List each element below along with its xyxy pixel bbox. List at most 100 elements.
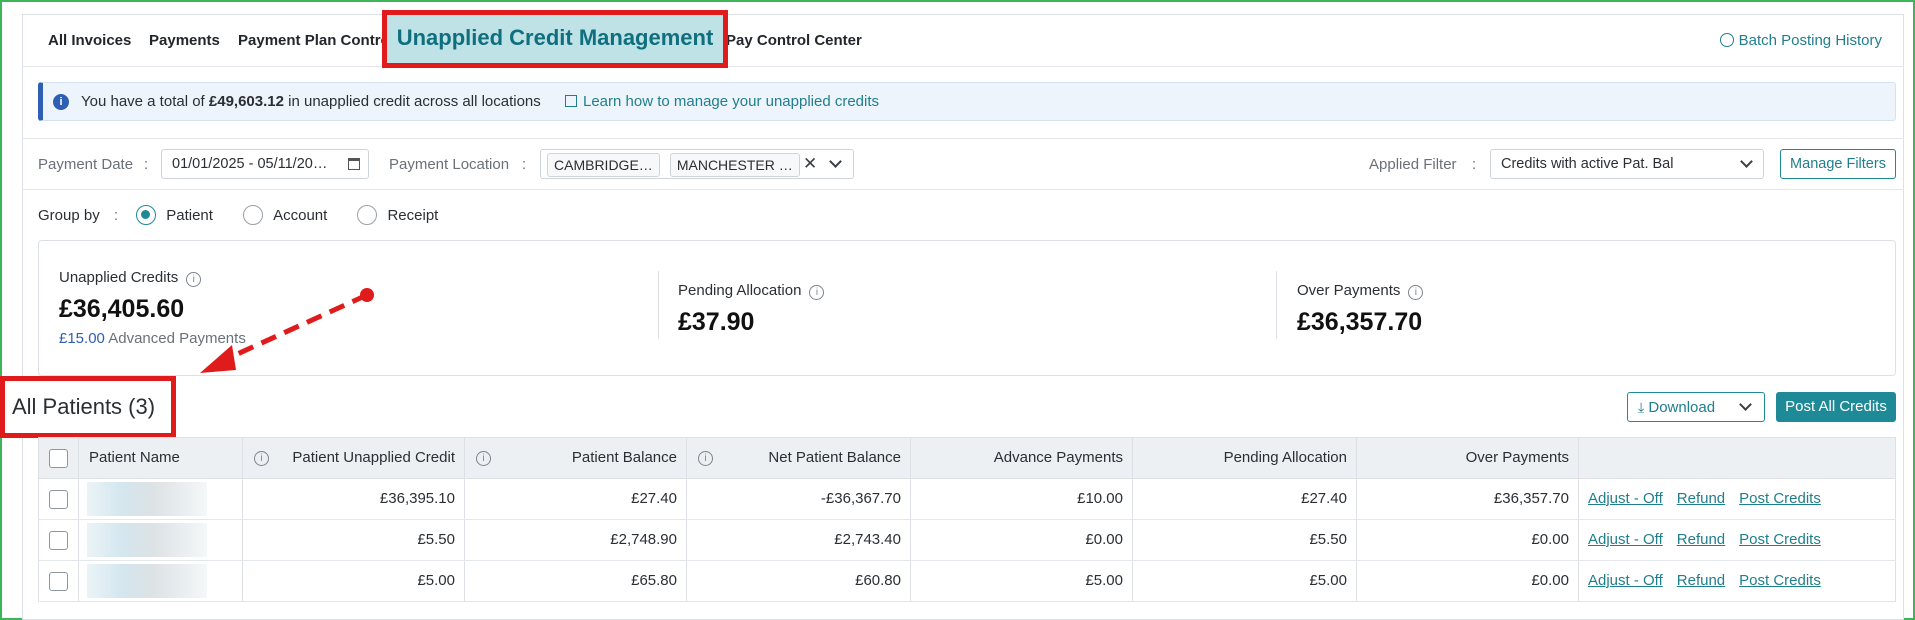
row-checkbox[interactable]	[49, 531, 68, 550]
radio-patient[interactable]: Patient	[136, 205, 213, 225]
cell-over-payments: £36,357.70	[1357, 479, 1579, 519]
radio-icon	[243, 205, 264, 225]
cell-patient-name[interactable]	[79, 561, 243, 601]
post-all-credits-button[interactable]: Post All Credits	[1776, 392, 1896, 422]
table-row: £5.50 £2,748.90 £2,743.40 £0.00 £5.50 £0.00 Ad…	[38, 520, 1896, 561]
header-patient-unapplied-credit[interactable]: i Patient Unapplied Credit	[243, 438, 465, 478]
pending-allocation-value: £37.90	[678, 308, 755, 336]
advanced-payments-label: Advanced Payments	[108, 330, 246, 347]
row-select-cell	[39, 479, 79, 519]
download-button[interactable]: ⤓ Download	[1627, 392, 1765, 422]
clear-icon[interactable]: ✕	[803, 154, 817, 174]
radio-receipt[interactable]: Receipt	[357, 205, 438, 225]
cell-advance-payments: £0.00	[911, 520, 1133, 560]
tab-payment-plan-control[interactable]: Payment Plan Contro	[238, 32, 390, 49]
table-row: £36,395.10 £27.40 -£36,367.70 £10.00 £27.40 £…	[38, 479, 1896, 520]
header-advance-payments[interactable]: Advance Payments	[911, 438, 1133, 478]
applied-filter-label: Applied Filter	[1369, 156, 1457, 173]
post-credits-link[interactable]: Post Credits	[1739, 572, 1821, 589]
header-net-patient-balance[interactable]: i Net Patient Balance	[687, 438, 911, 478]
cell-patient-balance: £2,748.90	[465, 520, 687, 560]
divider	[1276, 271, 1277, 339]
tab-unapplied-credit-management[interactable]: Unapplied Credit Management	[382, 10, 728, 68]
table-header: Patient Name i Patient Unapplied Credit i…	[38, 437, 1896, 479]
banner-text: You have a total of £49,603.12 in unappl…	[81, 93, 541, 110]
payment-location-label: Payment Location	[389, 156, 510, 173]
banner-amount: £49,603.12	[208, 93, 284, 110]
adjust-off-link[interactable]: Adjust - Off	[1588, 531, 1663, 548]
cell-unapplied-credit: £5.00	[243, 561, 465, 601]
payment-date-label: Payment Date	[38, 156, 134, 173]
header-over-payments[interactable]: Over Payments	[1357, 438, 1579, 478]
tab-payments[interactable]: Payments	[149, 32, 220, 49]
batch-posting-history-label: Batch Posting History	[1738, 32, 1882, 49]
cell-actions: Adjust - Off Refund Post Credits	[1579, 479, 1895, 519]
tab-bar: All Invoices Payments Payment Plan Contr…	[22, 14, 1904, 67]
chevron-down-icon	[1739, 398, 1752, 411]
cell-patient-name[interactable]	[79, 479, 243, 519]
cell-advance-payments: £10.00	[911, 479, 1133, 519]
cell-unapplied-credit: £5.50	[243, 520, 465, 560]
pending-allocation-stat: Pending Allocation i £37.90	[678, 282, 825, 337]
refund-link[interactable]: Refund	[1677, 490, 1725, 507]
redacted-patient-name	[87, 482, 207, 516]
post-credits-link[interactable]: Post Credits	[1739, 531, 1821, 548]
radio-selected-icon	[136, 205, 157, 225]
unapplied-credits-value: £36,405.60	[59, 295, 185, 323]
batch-posting-history-link[interactable]: Batch Posting History	[1719, 32, 1882, 49]
cell-actions: Adjust - Off Refund Post Credits	[1579, 520, 1895, 560]
separator: :	[522, 156, 527, 173]
cell-patient-balance: £65.80	[465, 561, 687, 601]
cell-pending-allocation: £5.00	[1133, 561, 1357, 601]
table-row: £5.00 £65.80 £60.80 £5.00 £5.00 £0.00 Adjust -…	[38, 561, 1896, 602]
download-icon: ⤓	[1638, 399, 1645, 415]
applied-filter-select[interactable]: Credits with active Pat. Bal	[1490, 149, 1764, 179]
row-checkbox[interactable]	[49, 572, 68, 591]
separator: :	[144, 156, 149, 173]
header-patient-name[interactable]: Patient Name	[79, 438, 243, 478]
tab-all-invoices[interactable]: All Invoices	[48, 32, 131, 49]
cell-over-payments: £0.00	[1357, 520, 1579, 560]
info-icon[interactable]: i	[186, 272, 202, 287]
info-icon[interactable]: i	[476, 451, 491, 466]
select-all-checkbox[interactable]	[49, 449, 68, 468]
info-icon[interactable]: i	[254, 451, 269, 466]
cell-net-patient-balance: -£36,367.70	[687, 479, 911, 519]
history-icon	[1719, 33, 1734, 47]
adjust-off-link[interactable]: Adjust - Off	[1588, 572, 1663, 589]
external-link-icon	[565, 95, 577, 107]
cell-net-patient-balance: £60.80	[687, 561, 911, 601]
refund-link[interactable]: Refund	[1677, 531, 1725, 548]
over-payments-value: £36,357.70	[1297, 308, 1423, 336]
info-icon[interactable]: i	[698, 451, 713, 466]
radio-account[interactable]: Account	[243, 205, 327, 225]
chevron-down-icon	[1740, 155, 1753, 168]
row-checkbox[interactable]	[49, 490, 68, 509]
payment-date-input[interactable]: 01/01/2025 - 05/11/20…	[161, 149, 369, 179]
summary-panel: Unapplied Credits i £36,405.60 £15.00 Adv…	[38, 240, 1896, 376]
divider	[658, 271, 659, 339]
chevron-down-icon[interactable]	[829, 155, 842, 168]
header-patient-balance[interactable]: i Patient Balance	[465, 438, 687, 478]
cell-patient-name[interactable]	[79, 520, 243, 560]
info-banner: i You have a total of £49,603.12 in unap…	[38, 82, 1896, 121]
header-pending-allocation[interactable]: Pending Allocation	[1133, 438, 1357, 478]
cell-advance-payments: £5.00	[911, 561, 1133, 601]
post-credits-link[interactable]: Post Credits	[1739, 490, 1821, 507]
payment-location-select[interactable]: CAMBRIDGE… MANCHESTER … ✕	[540, 149, 854, 179]
cell-over-payments: £0.00	[1357, 561, 1579, 601]
adjust-off-link[interactable]: Adjust - Off	[1588, 490, 1663, 507]
advanced-payments-amount: £15.00	[59, 330, 105, 347]
location-chip[interactable]: MANCHESTER …	[669, 153, 800, 177]
location-chip[interactable]: CAMBRIDGE…	[547, 153, 660, 177]
info-icon[interactable]: i	[1408, 285, 1424, 300]
select-all-cell	[39, 438, 79, 478]
cell-net-patient-balance: £2,743.40	[687, 520, 911, 560]
manage-filters-button[interactable]: Manage Filters	[1780, 149, 1896, 179]
refund-link[interactable]: Refund	[1677, 572, 1725, 589]
tab-pay-control-center[interactable]: Pay Control Center	[726, 32, 862, 49]
group-by-label: Group by	[38, 207, 100, 224]
separator: :	[113, 207, 119, 224]
learn-more-link[interactable]: Learn how to manage your unapplied credi…	[565, 93, 879, 110]
info-icon[interactable]: i	[809, 285, 825, 300]
